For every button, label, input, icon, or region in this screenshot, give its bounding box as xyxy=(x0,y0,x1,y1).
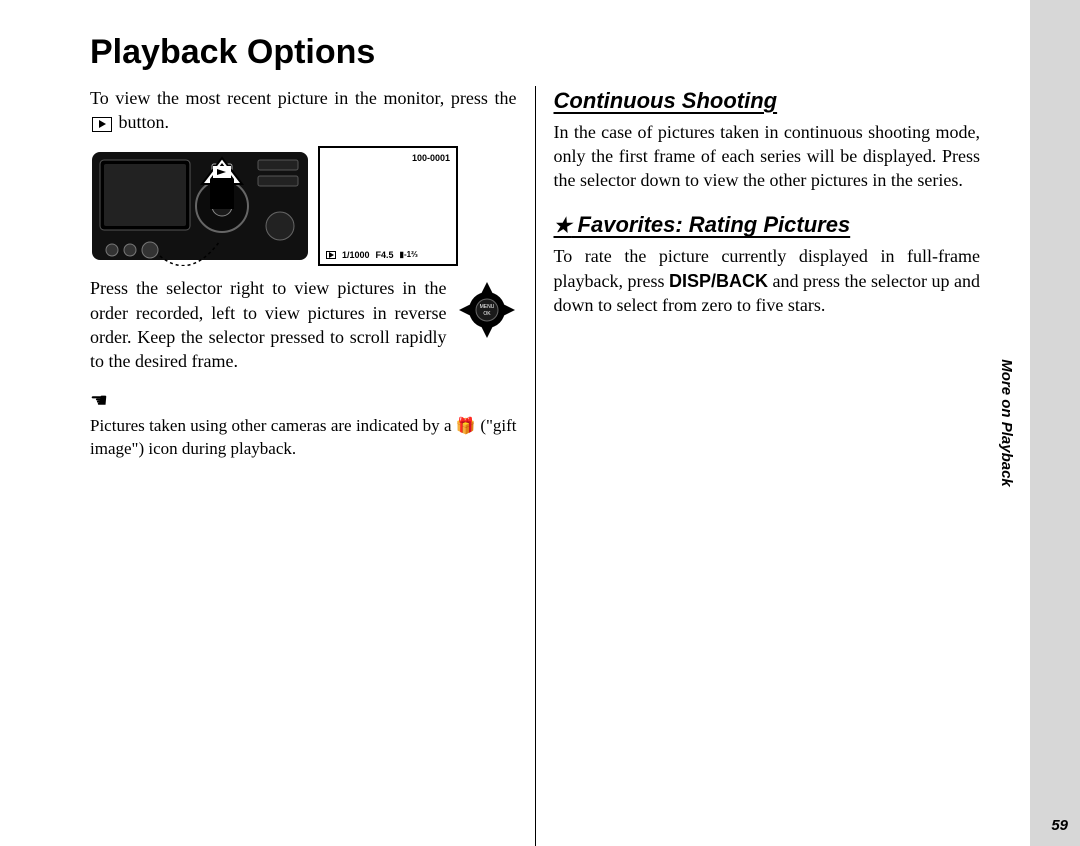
two-column-layout: To view the most recent picture in the m… xyxy=(90,86,980,846)
page-title: Playback Options xyxy=(90,30,980,76)
shutter-speed: 1/1000 xyxy=(342,249,370,261)
page-number: 59 xyxy=(1051,816,1068,836)
section-tab-sidebar: More on Playback 59 xyxy=(1030,0,1080,846)
camera-illustration: 100-0001 1/1000 F4.5 ▮-1⅔ xyxy=(90,146,517,266)
play-icon-small xyxy=(326,251,336,259)
camera-screen-preview: 100-0001 1/1000 F4.5 ▮-1⅔ xyxy=(318,146,458,266)
selector-paragraph-row: Press the selector right to view picture… xyxy=(90,276,517,373)
aperture-value: F4.5 xyxy=(376,249,394,261)
pointing-hand-icon: ☚ xyxy=(90,388,517,415)
star-icon: ★ xyxy=(554,215,572,237)
favorites-para: To rate the picture currently displayed … xyxy=(554,244,981,317)
selector-ok-label: OK xyxy=(483,311,491,317)
continuous-shooting-heading: Continuous Shooting xyxy=(554,86,981,116)
right-column: Continuous Shooting In the case of pictu… xyxy=(535,86,981,846)
disp-back-label: DISP/BACK xyxy=(669,271,768,291)
gift-icon: 🎁 xyxy=(456,418,476,435)
file-number-label: 100-0001 xyxy=(412,152,450,164)
selector-paragraph: Press the selector right to view picture… xyxy=(90,276,447,373)
section-tab-label: More on Playback xyxy=(996,359,1016,487)
play-button-icon xyxy=(92,117,112,132)
continuous-shooting-para: In the case of pictures taken in continu… xyxy=(554,120,981,193)
favorites-heading: ★ Favorites: Rating Pictures xyxy=(554,210,981,240)
intro-para: To view the most recent picture in the m… xyxy=(90,86,517,135)
selector-dial-icon: MENU OK xyxy=(457,280,517,340)
camera-back-svg xyxy=(90,146,310,266)
favorites-heading-text: Favorites: Rating Pictures xyxy=(571,212,850,237)
intro-text-b: button. xyxy=(119,112,170,132)
selector-menu-label: MENU xyxy=(479,304,494,310)
left-column: To view the most recent picture in the m… xyxy=(90,86,535,846)
exposure-comp: ▮-1⅔ xyxy=(400,250,418,261)
gift-note-a: Pictures taken using other cameras are i… xyxy=(90,416,456,435)
exposure-info-bar: 1/1000 F4.5 ▮-1⅔ xyxy=(326,249,418,261)
gift-note: Pictures taken using other cameras are i… xyxy=(90,415,517,461)
intro-text-a: To view the most recent picture in the m… xyxy=(90,88,517,108)
